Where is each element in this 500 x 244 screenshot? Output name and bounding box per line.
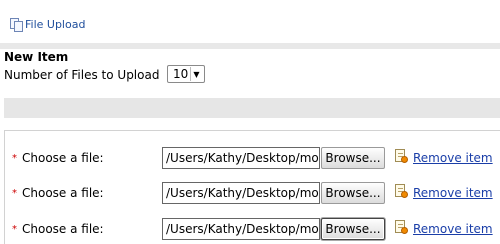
divider-bar [4,98,500,118]
remove-item-link[interactable]: Remove item [413,222,493,236]
choose-file-label: Choose a file: [22,222,104,236]
required-marker: * [12,153,17,164]
remove-item-link[interactable]: Remove item [413,151,493,165]
remove-item-icon[interactable] [394,220,408,235]
file-row: * Choose a file: /Users/Kathy/Desktop/mo… [0,182,500,206]
file-row: * Choose a file: /Users/Kathy/Desktop/mo… [0,147,500,171]
chevron-down-icon: ▼ [190,67,202,81]
file-upload-link[interactable]: File Upload [10,18,86,32]
remove-item-link[interactable]: Remove item [413,186,493,200]
file-path-input[interactable]: /Users/Kathy/Desktop/mo [162,147,320,169]
num-files-value: 10 [173,67,189,81]
file-path-input[interactable]: /Users/Kathy/Desktop/mo [162,182,320,204]
file-row: * Choose a file: /Users/Kathy/Desktop/mo… [0,218,500,242]
required-marker: * [12,224,17,235]
file-upload-link-label: File Upload [25,18,86,31]
pages-icon [10,18,23,32]
section-header-bar [0,43,500,49]
choose-file-label: Choose a file: [22,186,104,200]
browse-button[interactable]: Browse... [321,147,385,169]
remove-item-icon[interactable] [394,149,408,164]
browse-button[interactable]: Browse... [321,218,385,240]
file-path-input[interactable]: /Users/Kathy/Desktop/mo [162,218,320,240]
remove-item-icon[interactable] [394,184,408,199]
num-files-select[interactable]: 10 ▼ [167,65,205,83]
required-marker: * [12,188,17,199]
section-title: New Item [4,50,69,64]
browse-button[interactable]: Browse... [321,182,385,204]
choose-file-label: Choose a file: [22,151,104,165]
num-files-label: Number of Files to Upload [4,68,160,82]
